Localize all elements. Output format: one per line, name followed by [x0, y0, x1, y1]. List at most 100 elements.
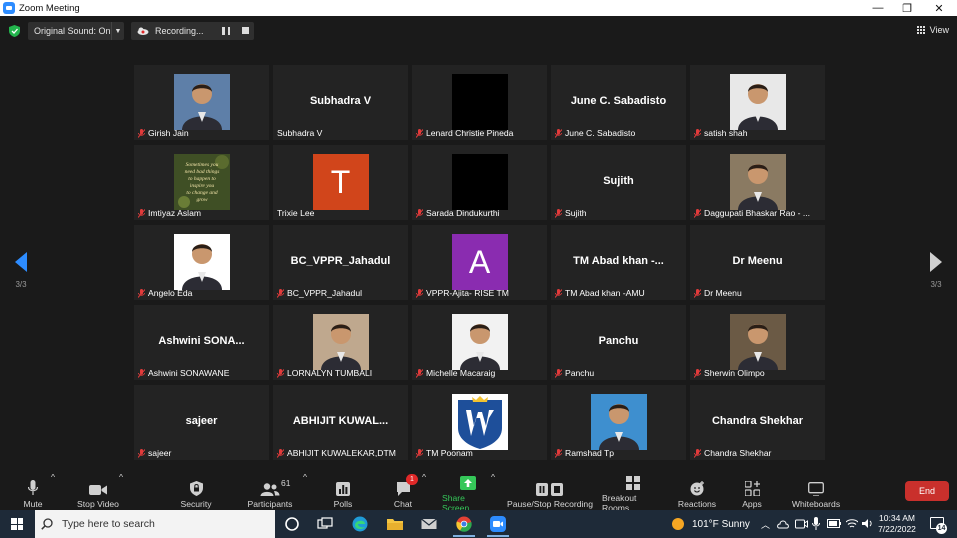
mute-label: Mute	[23, 499, 43, 509]
quote-image: Sometimes youneed bad thingsto happen to…	[173, 154, 230, 210]
cortana-icon[interactable]	[284, 516, 300, 532]
zoom-taskbar-icon[interactable]	[490, 516, 506, 532]
participant-tile[interactable]: sajeer sajeer	[134, 385, 269, 460]
file-explorer-icon[interactable]	[387, 516, 403, 532]
participant-name: Panchu	[565, 368, 595, 378]
windows-start-icon[interactable]	[11, 518, 23, 530]
minimize-button[interactable]: —	[862, 0, 894, 16]
participant-video	[451, 74, 508, 130]
participant-tile[interactable]: Sometimes you need bad things to happen to…	[134, 145, 269, 220]
breakout-rooms-button[interactable]: Breakout Rooms	[602, 472, 664, 513]
participant-tile[interactable]: Sherwin Olimpo	[690, 305, 825, 380]
stop-recording-icon[interactable]	[242, 27, 249, 34]
participant-photo	[737, 324, 778, 370]
microphone-icon	[28, 480, 38, 495]
apps-button[interactable]: Apps	[740, 472, 764, 510]
participant-tile[interactable]: Ashwini SONA... Ashwini SONAWANE	[134, 305, 269, 380]
participant-photo	[459, 324, 500, 370]
tray-overflow-chevron-icon[interactable]: ︿	[761, 510, 770, 538]
muted-mic-icon	[277, 368, 284, 378]
participant-tile[interactable]: T Trixie Lee	[273, 145, 408, 220]
mail-icon[interactable]	[421, 516, 437, 532]
security-button[interactable]: Security	[177, 472, 215, 510]
chevron-down-icon[interactable]: ▼	[111, 22, 124, 40]
chrome-icon[interactable]	[456, 516, 472, 532]
taskbar-search-input[interactable]: Type here to search	[35, 510, 275, 538]
pause-stop-recording-button[interactable]: Pause/Stop Recording	[507, 472, 593, 510]
muted-mic-icon	[277, 288, 284, 298]
cloud-tray-icon[interactable]	[777, 518, 789, 530]
notification-count-badge: 14	[936, 523, 947, 534]
participant-name: LORNALYN TUMBALI	[287, 368, 373, 378]
shield-icon[interactable]	[9, 25, 20, 37]
chat-options-caret-icon[interactable]: ^	[422, 472, 426, 510]
mute-button[interactable]: Mute	[20, 472, 46, 510]
previous-page-button[interactable]: 3/3	[6, 252, 36, 289]
muted-mic-icon	[555, 128, 562, 138]
participant-tile[interactable]: A VPPR-Ajita- RISE TM	[412, 225, 547, 300]
share-screen-button[interactable]: Share Screen	[442, 472, 494, 513]
participant-tile[interactable]: Sujith Sujith	[551, 145, 686, 220]
participant-tile[interactable]: Panchu Panchu	[551, 305, 686, 380]
participant-name-label: TM Poonam	[416, 448, 473, 458]
participant-tile[interactable]: Lenard Christie Pineda	[412, 65, 547, 140]
muted-mic-icon	[138, 448, 145, 458]
participant-video	[451, 394, 508, 450]
participant-tile[interactable]: Angelo Eda	[134, 225, 269, 300]
participants-options-caret-icon[interactable]: ^	[303, 472, 307, 510]
polls-label: Polls	[333, 499, 353, 509]
reactions-button[interactable]: Reactions	[678, 472, 716, 510]
polls-button[interactable]: Polls	[333, 472, 353, 510]
close-button[interactable]: ✕	[923, 0, 955, 16]
breakout-rooms-icon	[626, 476, 640, 490]
participant-photo	[598, 404, 639, 450]
participant-name-label: VPPR-Ajita- RISE TM	[416, 288, 509, 298]
page-indicator-left: 3/3	[15, 280, 27, 289]
title-bar: Zoom Meeting — ❐ ✕	[0, 0, 957, 16]
cloud-recording-icon	[137, 27, 149, 35]
maximize-button[interactable]: ❐	[891, 0, 923, 16]
participant-tile[interactable]: TM Abad khan -... TM Abad khan -AMU	[551, 225, 686, 300]
next-page-button[interactable]: 3/3	[921, 252, 951, 289]
participant-tile[interactable]: June C. Sabadisto June C. Sabadisto	[551, 65, 686, 140]
wifi-icon[interactable]	[846, 518, 858, 529]
audio-options-caret-icon[interactable]: ^	[51, 472, 55, 510]
participant-tile[interactable]: LORNALYN TUMBALI	[273, 305, 408, 380]
participant-display-name: Dr Meenu	[732, 255, 783, 267]
participant-tile[interactable]: Daggupati Bhaskar Rao - ...	[690, 145, 825, 220]
end-meeting-button[interactable]: End	[905, 481, 949, 501]
edge-icon[interactable]	[352, 516, 368, 532]
participant-tile[interactable]: Chandra Shekhar Chandra Shekhar	[690, 385, 825, 460]
participant-tile[interactable]: satish shah	[690, 65, 825, 140]
stop-video-button[interactable]: Stop Video	[74, 472, 122, 510]
view-button[interactable]: View	[916, 25, 949, 35]
participant-tile[interactable]: Ramshad Tp	[551, 385, 686, 460]
task-view-icon[interactable]	[317, 516, 333, 532]
pause-recording-icon[interactable]	[222, 27, 230, 35]
participant-tile[interactable]: Dr Meenu Dr Meenu	[690, 225, 825, 300]
share-options-caret-icon[interactable]: ^	[491, 472, 495, 510]
participant-tile[interactable]: Subhadra V Subhadra V	[273, 65, 408, 140]
pause-stop-recording-icon	[536, 483, 563, 496]
weather-widget[interactable]: 101°F Sunny	[672, 510, 750, 538]
battery-icon[interactable]	[827, 519, 841, 528]
webcam-tray-icon[interactable]	[795, 518, 808, 530]
participant-tile[interactable]: Sarada Dindukurthi	[412, 145, 547, 220]
participant-photo	[181, 84, 222, 130]
participant-name-label: Daggupati Bhaskar Rao - ...	[694, 208, 810, 218]
participant-name: Girish Jain	[148, 128, 189, 138]
participant-tile[interactable]: TM Poonam	[412, 385, 547, 460]
participant-tile[interactable]: BC_VPPR_Jahadul BC_VPPR_Jahadul	[273, 225, 408, 300]
search-icon	[41, 518, 53, 530]
whiteboards-button[interactable]: Whiteboards	[790, 472, 842, 510]
participant-tile[interactable]: Girish Jain	[134, 65, 269, 140]
volume-icon[interactable]	[862, 518, 873, 529]
original-sound-select[interactable]: Original Sound: On ▼	[28, 22, 124, 40]
participant-tile[interactable]: ABHIJIT KUWAL... ABHIJIT KUWALEKAR,DTM	[273, 385, 408, 460]
taskbar-clock[interactable]: 10:34 AM 7/22/2022	[873, 513, 921, 535]
microphone-tray-icon[interactable]	[812, 517, 820, 530]
svg-text:Sometimes you: Sometimes you	[185, 162, 218, 168]
video-options-caret-icon[interactable]: ^	[119, 472, 123, 510]
participant-tile[interactable]: Michelle Macaraig	[412, 305, 547, 380]
participant-name-label: Michelle Macaraig	[416, 368, 495, 378]
